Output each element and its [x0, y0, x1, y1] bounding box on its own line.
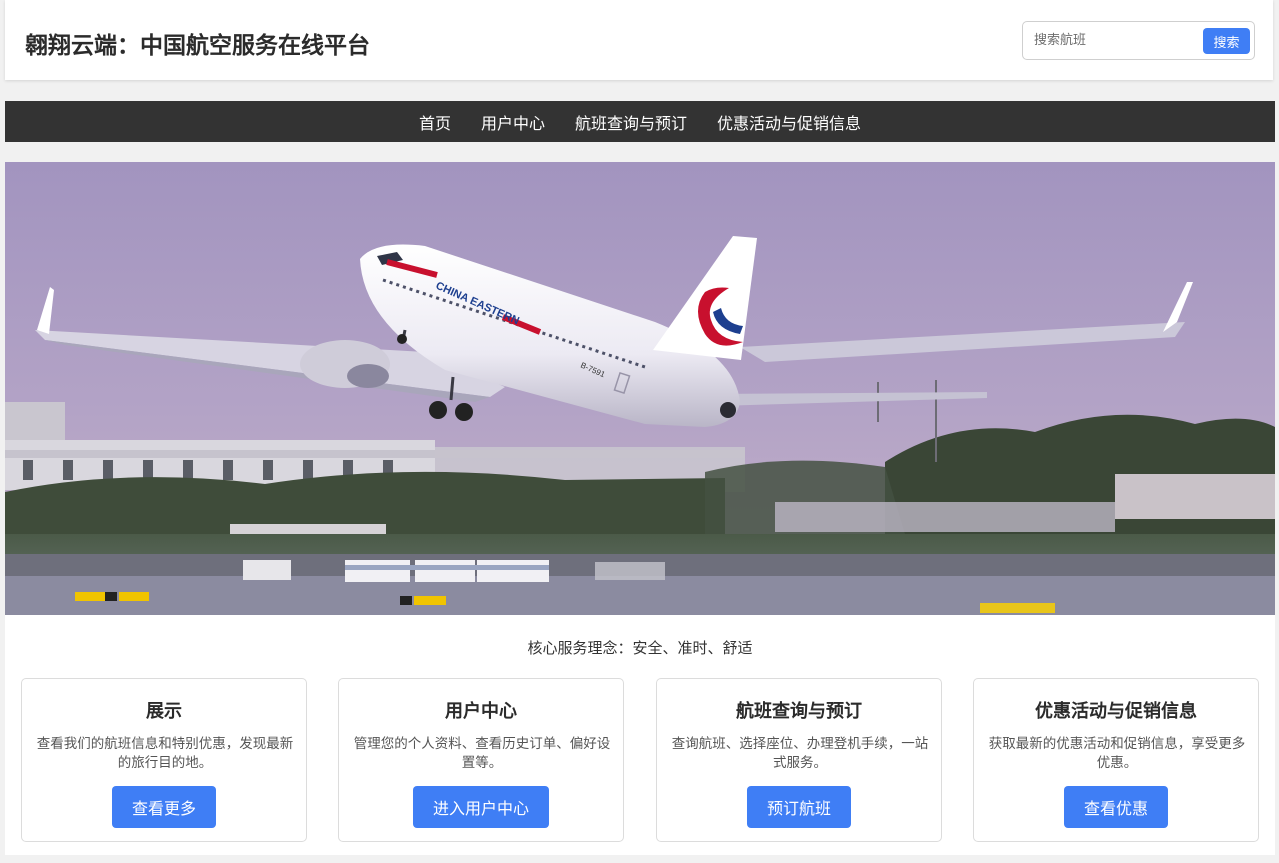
search-button[interactable]: 搜索 — [1203, 28, 1250, 54]
nav-item-flight-booking[interactable]: 航班查询与预订 — [575, 110, 687, 134]
card-description: 查看我们的航班信息和特别优惠，发现最新的旅行目的地。 — [36, 736, 294, 771]
view-more-button[interactable]: 查看更多 — [111, 786, 217, 828]
hero-airplane-image: CHINA EASTERN B-7591 — [5, 162, 1275, 615]
card-description: 管理您的个人资料、查看历史订单、偏好设置等。 — [353, 736, 611, 771]
main-nav: 首页 用户中心 航班查询与预订 优惠活动与促销信息 — [5, 101, 1275, 142]
card-description: 获取最新的优惠活动和促销信息，享受更多优惠。 — [988, 736, 1246, 771]
main-content: 核心服务理念：安全、准时、舒适 展示 查看我们的航班信息和特别优惠，发现最新的旅… — [5, 615, 1275, 855]
book-flight-button[interactable]: 预订航班 — [746, 786, 852, 828]
card-title: 展示 — [146, 701, 182, 722]
card-title: 航班查询与预订 — [736, 701, 862, 722]
nav-item-user-center[interactable]: 用户中心 — [481, 110, 545, 134]
nav-item-promotions[interactable]: 优惠活动与促销信息 — [717, 110, 861, 134]
card-flight-booking: 航班查询与预订 查询航班、选择座位、办理登机手续，一站式服务。 预订航班 — [656, 678, 942, 842]
card-promotions: 优惠活动与促销信息 获取最新的优惠活动和促销信息，享受更多优惠。 查看优惠 — [973, 678, 1259, 842]
tagline: 核心服务理念：安全、准时、舒适 — [527, 639, 753, 657]
enter-user-center-button[interactable]: 进入用户中心 — [412, 786, 550, 828]
site-title: 翱翔云端：中国航空服务在线平台 — [25, 33, 370, 59]
card-showcase: 展示 查看我们的航班信息和特别优惠，发现最新的旅行目的地。 查看更多 — [21, 678, 307, 842]
card-user-center: 用户中心 管理您的个人资料、查看历史订单、偏好设置等。 进入用户中心 — [338, 678, 624, 842]
search-box: 搜索 — [1022, 21, 1255, 60]
card-title: 优惠活动与促销信息 — [1035, 701, 1197, 722]
view-offers-button[interactable]: 查看优惠 — [1063, 786, 1169, 828]
card-title: 用户中心 — [445, 701, 517, 722]
site-header: 翱翔云端：中国航空服务在线平台 搜索 — [5, 0, 1273, 80]
search-input[interactable] — [1024, 23, 1199, 58]
card-description: 查询航班、选择座位、办理登机手续，一站式服务。 — [671, 736, 929, 771]
hero-banner: CHINA EASTERN B-7591 — [5, 162, 1275, 615]
nav-item-home[interactable]: 首页 — [419, 110, 451, 134]
